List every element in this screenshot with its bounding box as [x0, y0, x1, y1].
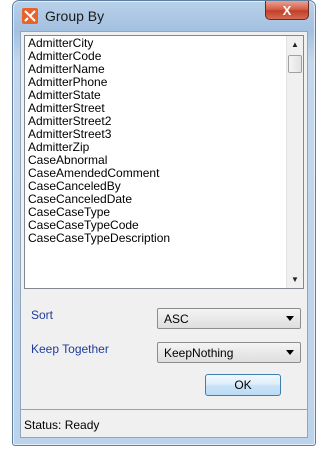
keep-together-value: KeepNothing	[164, 346, 234, 360]
ok-button[interactable]: OK	[205, 374, 281, 396]
scroll-thumb[interactable]	[288, 55, 302, 73]
app-icon	[22, 8, 38, 24]
vertical-scrollbar[interactable]: ▲ ▼	[286, 36, 303, 288]
list-item[interactable]: CaseCaseTypeDescription	[28, 232, 286, 245]
window-title: Group By	[45, 8, 105, 24]
field-listbox[interactable]: AdmitterCity AdmitterCode AdmitterName Admi…	[24, 35, 304, 289]
sort-select[interactable]: ASC	[157, 308, 301, 329]
title-bar[interactable]: Group By X	[13, 1, 315, 31]
status-bar: Status: Ready	[21, 409, 307, 437]
sort-label: Sort	[31, 308, 54, 322]
keep-together-label: Keep Together	[31, 342, 109, 356]
sort-value: ASC	[164, 312, 189, 326]
dropdown-arrow-icon	[286, 350, 294, 355]
field-list: AdmitterCity AdmitterCode AdmitterName Admi…	[25, 36, 286, 288]
close-icon: X	[282, 2, 292, 18]
dialog-body: AdmitterCity AdmitterCode AdmitterName Admi…	[20, 31, 308, 438]
scroll-down-button[interactable]: ▼	[287, 271, 303, 288]
dropdown-arrow-icon	[286, 316, 294, 321]
close-button[interactable]: X	[265, 1, 309, 20]
chevron-down-icon: ▼	[291, 275, 299, 284]
chevron-up-icon: ▲	[291, 40, 299, 49]
group-by-dialog: Group By X AdmitterCity AdmitterCode Admit…	[12, 0, 316, 446]
status-text: Status: Ready	[24, 418, 100, 432]
keep-together-select[interactable]: KeepNothing	[157, 342, 301, 363]
scroll-up-button[interactable]: ▲	[287, 36, 303, 53]
